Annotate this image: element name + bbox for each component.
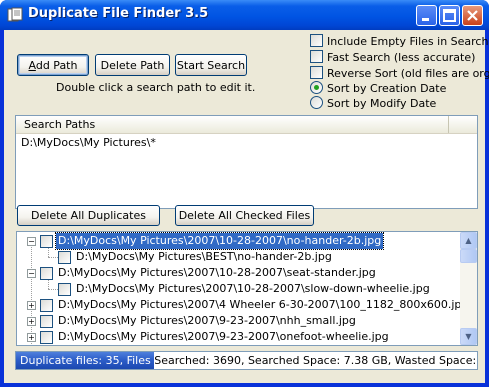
tree-guide (48, 257, 58, 258)
maximize-button[interactable] (439, 5, 460, 26)
progress-fill: Duplicate files: 35, Files Searched: 369… (16, 352, 154, 369)
option-label: Include Empty Files in Search (327, 35, 489, 48)
title-bar[interactable]: Duplicate File Finder 3.5 (0, 0, 489, 30)
tree-row-label[interactable]: D:\MyDocs\My Pictures\2007\9-23-2007\one… (56, 329, 391, 345)
option-fast-search[interactable]: Fast Search (less accurate) (310, 50, 475, 64)
scroll-thumb[interactable] (460, 249, 477, 263)
minimize-icon (422, 18, 429, 21)
expand-icon[interactable]: + (27, 333, 36, 342)
app-icon (7, 7, 23, 22)
expand-icon[interactable]: + (27, 301, 36, 310)
search-paths-header: Search Paths (16, 116, 477, 134)
option-label: Reverse Sort (old files are org) (327, 67, 489, 80)
window-title: Duplicate File Finder 3.5 (28, 6, 209, 21)
include-empty-checkbox[interactable] (310, 34, 323, 47)
search-path-row[interactable]: D:\MyDocs\My Pictures\* (16, 136, 477, 150)
duplicates-tree[interactable]: − D:\MyDocs\My Pictures\2007\10-28-2007\… (16, 231, 478, 346)
scroll-up-icon[interactable]: ▲ (460, 232, 477, 249)
start-search-button[interactable]: Start Search (175, 54, 247, 76)
row-checkbox[interactable] (40, 235, 53, 248)
option-label: Sort by Creation Date (327, 82, 447, 95)
tree-guide (31, 238, 32, 345)
collapse-icon[interactable]: − (27, 237, 36, 246)
sort-modify-radio[interactable] (310, 96, 323, 109)
option-label: Sort by Modify Date (327, 97, 437, 110)
tree-scrollbar[interactable]: ▲ ▼ (460, 232, 477, 345)
tree-row-label[interactable]: D:\MyDocs\My Pictures\2007\10-28-2007\sl… (74, 281, 432, 297)
app-window: Duplicate File Finder 3.5 Add Path Delet… (0, 0, 489, 387)
fast-search-checkbox[interactable] (310, 50, 323, 63)
delete-path-button[interactable]: Delete Path (95, 54, 170, 76)
search-paths-list[interactable]: Search Paths D:\MyDocs\My Pictures\* (15, 115, 478, 209)
close-button[interactable] (462, 5, 483, 26)
status-bar: Duplicate files: 35, Files Searched: 369… (15, 351, 478, 370)
main-panel: Add Path Delete Path Start Search Double… (4, 30, 489, 383)
edit-hint-text: Double click a search path to edit it. (56, 81, 256, 94)
expand-icon[interactable]: + (27, 317, 36, 326)
option-sort-modify[interactable]: Sort by Modify Date (310, 96, 436, 110)
row-checkbox[interactable] (58, 283, 71, 296)
row-checkbox[interactable] (40, 267, 53, 280)
option-include-empty[interactable]: Include Empty Files in Search (310, 34, 488, 48)
tree-guide (48, 289, 58, 290)
status-text-overlay: Duplicate files: 35, Files Searched: 369… (20, 354, 154, 367)
delete-all-checked-button[interactable]: Delete All Checked Files (175, 205, 314, 226)
reverse-sort-checkbox[interactable] (310, 66, 323, 79)
option-reverse-sort[interactable]: Reverse Sort (old files are org) (310, 66, 489, 80)
close-icon (467, 10, 478, 21)
add-path-button[interactable]: Add Path (17, 54, 89, 76)
scroll-down-icon[interactable]: ▼ (460, 328, 477, 345)
sort-creation-radio[interactable] (310, 81, 323, 94)
minimize-button[interactable] (416, 5, 437, 26)
option-sort-creation[interactable]: Sort by Creation Date (310, 81, 446, 95)
tree-guide (48, 248, 49, 257)
delete-all-duplicates-button[interactable]: Delete All Duplicates (17, 205, 160, 226)
tree-row-label[interactable]: D:\MyDocs\My Pictures\BEST\no-hander-2b.… (74, 249, 334, 265)
column-header-search-paths[interactable]: Search Paths (16, 116, 449, 133)
tree-guide (48, 280, 49, 289)
option-label: Fast Search (less accurate) (327, 51, 476, 64)
row-checkbox[interactable] (40, 331, 53, 344)
row-checkbox[interactable] (40, 299, 53, 312)
tree-row-label[interactable]: D:\MyDocs\My Pictures\2007\10-28-2007\se… (56, 265, 378, 281)
collapse-icon[interactable]: − (27, 269, 36, 278)
tree-row-label[interactable]: D:\MyDocs\My Pictures\2007\10-28-2007\no… (54, 232, 385, 250)
row-checkbox[interactable] (58, 251, 71, 264)
row-checkbox[interactable] (40, 315, 53, 328)
tree-row-label[interactable]: D:\MyDocs\My Pictures\2007\4 Wheeler 6-3… (56, 297, 470, 313)
add-path-label: dd Path (35, 58, 78, 72)
maximize-icon (443, 9, 456, 22)
tree-row-label[interactable]: D:\MyDocs\My Pictures\2007\9-23-2007\nhh… (56, 313, 358, 329)
add-path-accel: A (28, 58, 36, 72)
